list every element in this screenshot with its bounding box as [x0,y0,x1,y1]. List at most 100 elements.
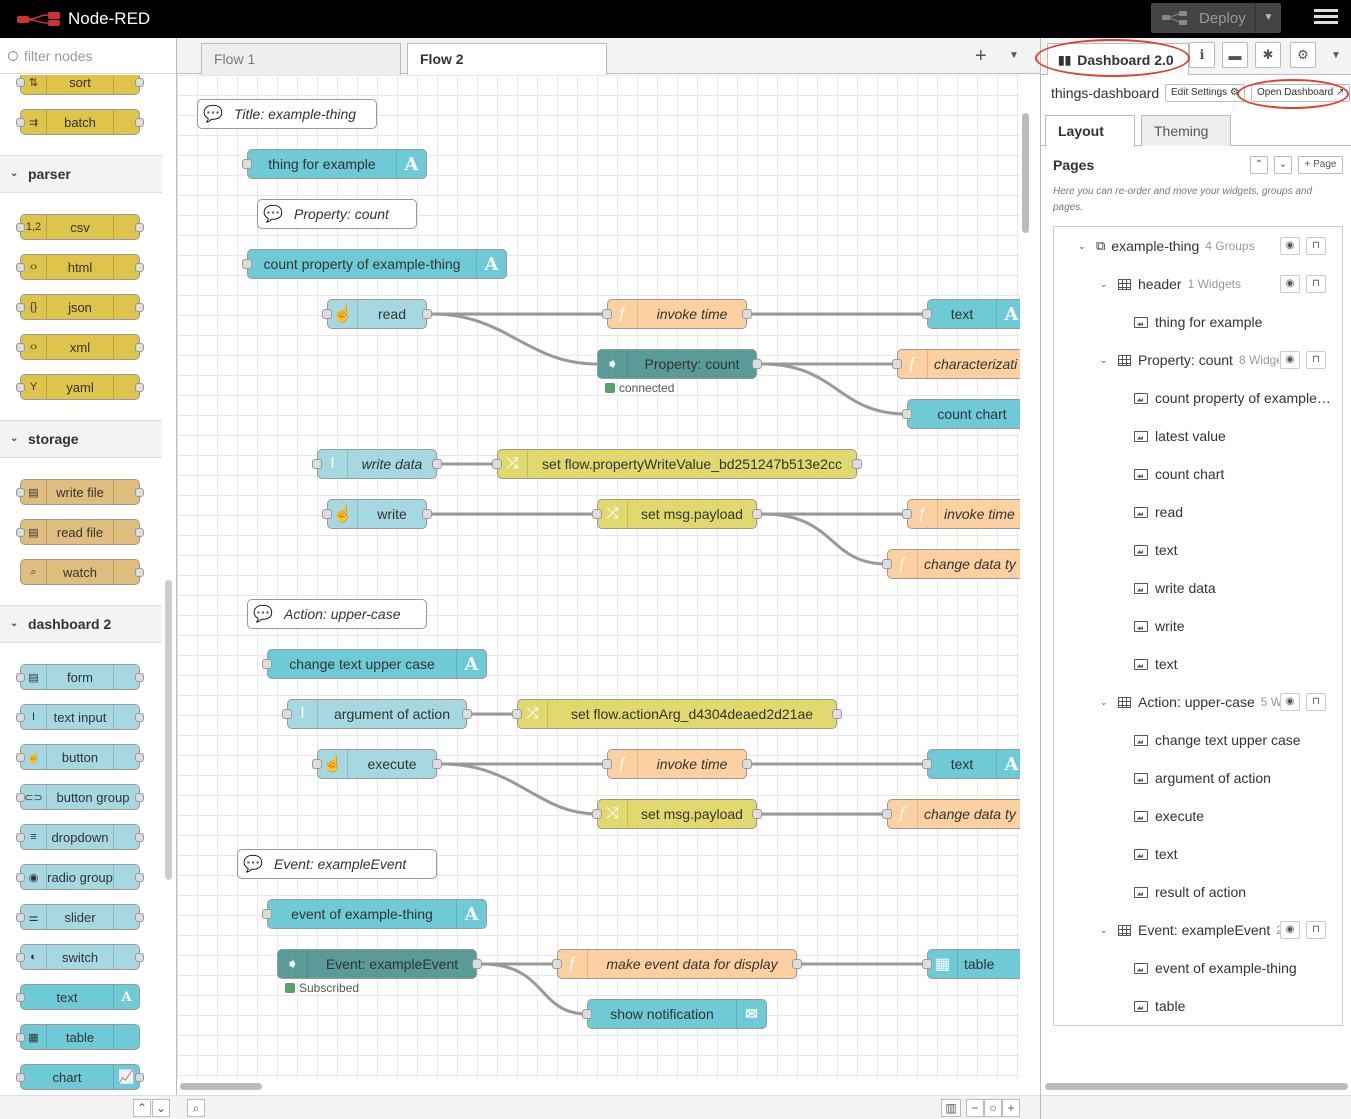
tree-widget-row[interactable]: text [1054,645,1342,683]
text-input-node[interactable]: Iwrite data [312,449,442,479]
flow-list-icon[interactable]: ▼ [1009,50,1019,61]
palette-node-html[interactable]: ‹› html [16,254,144,280]
tab-layout[interactable]: Layout [1045,115,1135,147]
eye-icon[interactable]: ◉ [1280,351,1300,369]
text-node[interactable]: text A [922,299,1020,329]
palette-node-radio-group[interactable]: ◉ radio group [16,864,144,890]
search-icon[interactable]: ⌕ [187,1099,205,1117]
function-node[interactable]: ƒ change data ty [882,799,1020,829]
palette-node-table[interactable]: ▦ table [16,1024,140,1050]
tree-widget-row[interactable]: read [1054,493,1342,531]
text-node[interactable]: change text upper case A [262,649,487,679]
tree-widget-row[interactable]: execute [1054,797,1342,835]
comment-node[interactable]: 💬 Property: count [257,199,417,229]
sidebar-menu-icon[interactable]: ▼ [1331,50,1341,61]
deploy-dropdown-icon[interactable]: ▼ [1255,3,1281,33]
gear-icon[interactable]: ⚙ [1290,42,1316,68]
function-node[interactable]: ƒ change data ty [882,549,1020,579]
category-parser[interactable]: ⌄ parser [0,155,162,193]
button-node[interactable]: ☝ read [322,299,432,329]
category-storage[interactable]: ⌄ storage [0,420,162,458]
canvas-vertical-scrollbar[interactable] [1022,113,1029,233]
eye-icon[interactable]: ◉ [1280,921,1300,939]
palette-node-button[interactable]: ☝ button [16,744,144,770]
palette-node-read-file[interactable]: ▤ read file [16,519,144,545]
canvas-horizontal-scrollbar[interactable] [180,1083,262,1090]
zoom-in-icon[interactable]: + [1002,1099,1020,1117]
palette-node-slider[interactable]: ⚌ slider [16,904,144,930]
text-node[interactable]: event of example-thing A [262,899,487,929]
change-node[interactable]: ⤨ set msg.payload [592,499,762,529]
lock-icon[interactable]: ⊓ [1306,351,1326,369]
palette-node-text-input[interactable]: Itext input [16,704,144,730]
tree-widget-row[interactable]: thing for example [1054,303,1342,341]
tree-group-row[interactable]: ⌄ Event: exampleEvent 2 ◉ ⊓ [1054,911,1342,949]
palette-node-write-file[interactable]: ▤ write file [16,479,144,505]
comment-node[interactable]: 💬 Event: exampleEvent [237,849,437,879]
tree-group-row[interactable]: ⌄ Action: upper-case 5 W ◉ ⊓ [1054,683,1342,721]
lock-icon[interactable]: ⊓ [1306,693,1326,711]
mqtt-node[interactable]: ➧ Property: count [597,349,762,379]
lock-icon[interactable]: ⊓ [1306,275,1326,293]
function-node[interactable]: ƒ invoke time [902,499,1020,529]
change-node[interactable]: ⤨ set flow.actionArg_d4304deaed2d21ae [512,699,842,729]
text-node[interactable]: thing for example A [242,149,427,179]
tree-widget-row[interactable]: write [1054,607,1342,645]
function-node[interactable]: ƒ characterizati [892,349,1020,379]
tree-widget-row[interactable]: text [1054,835,1342,873]
sidebar-scrollbar[interactable] [1045,1083,1348,1090]
tree-group-row[interactable]: ⌄ Property: count 8 Widge ◉ ⊓ [1054,341,1342,379]
comment-node[interactable]: 💬 Action: upper-case [247,599,427,629]
tree-widget-row[interactable]: event of example-thing [1054,949,1342,987]
button-node[interactable]: ☝ write [322,499,432,529]
zoom-out-icon[interactable]: − [966,1099,984,1117]
palette-node-watch[interactable]: ⌕ watch [20,559,144,585]
button-node[interactable]: ☝ execute [312,749,442,779]
palette-node-switch[interactable]: ◐ switch [16,944,144,970]
bug-icon[interactable]: ✱ [1255,42,1281,68]
book-icon[interactable]: ▬ [1222,42,1248,68]
table-node[interactable]: ▦ table [922,949,1020,979]
tree-widget-row[interactable]: text [1054,531,1342,569]
function-node[interactable]: ƒ make event data for display [552,949,802,979]
palette-node-json[interactable]: {} json [16,294,144,320]
tree-widget-row[interactable]: change text upper case [1054,721,1342,759]
tree-widget-row[interactable]: argument of action [1054,759,1342,797]
eye-icon[interactable]: ◉ [1280,693,1300,711]
tree-page-row[interactable]: ⌄ ⧉ example-thing 4 Groups ◉ ⊓ [1054,227,1342,265]
tree-widget-row[interactable]: write data [1054,569,1342,607]
info-icon[interactable]: ℹ [1189,42,1215,68]
palette-scrollbar[interactable] [165,580,172,880]
notification-node[interactable]: show notification ✉ [582,999,767,1029]
palette-node-yaml[interactable]: Yyaml [16,374,144,400]
palette-node-button-group[interactable]: ⊂⊃ button group [16,784,144,810]
flow-canvas[interactable]: 💬 Title: example-thing thing for example A… [177,75,1020,1079]
function-node[interactable]: ƒ invoke time [602,749,752,779]
edit-settings-button[interactable]: Edit Settings ⚙ [1165,84,1245,102]
tab-flow-2[interactable]: Flow 2 [407,43,607,75]
tree-widget-row[interactable]: table [1054,987,1342,1025]
palette-node-dropdown[interactable]: ≡ dropdown [16,824,144,850]
tree-widget-row[interactable]: count chart [1054,455,1342,493]
text-node[interactable]: count property of example-thing A [242,249,507,279]
add-flow-icon[interactable]: + [975,45,987,68]
function-node[interactable]: ƒ invoke time [602,299,752,329]
palette-filter[interactable]: filter nodes [0,38,176,74]
collapse-all-icon[interactable]: ⌃ [133,1099,151,1117]
zoom-reset-icon[interactable]: ○ [984,1099,1002,1117]
palette-node-xml[interactable]: ‹› xml [16,334,144,360]
eye-icon[interactable]: ◉ [1280,237,1300,255]
mqtt-node[interactable]: ➧ Event: exampleEvent [277,949,482,979]
chart-node[interactable]: count chart [902,399,1020,429]
deploy-button[interactable]: Deploy ▼ [1151,3,1281,33]
tab-flow-1[interactable]: Flow 1 [201,43,401,75]
tree-widget-row[interactable]: result of action [1054,873,1342,911]
tree-group-row[interactable]: ⌄ header 1 Widgets ◉ ⊓ [1054,265,1342,303]
collapse-all-icon[interactable]: ⌃ [1250,156,1268,174]
lock-icon[interactable]: ⊓ [1306,237,1326,255]
tree-widget-row[interactable]: count property of example… [1054,379,1342,417]
map-icon[interactable]: ▥ [941,1099,961,1117]
add-page-button[interactable]: + Page [1298,156,1343,174]
palette-node-form[interactable]: ▤ form [16,664,144,690]
eye-icon[interactable]: ◉ [1280,275,1300,293]
